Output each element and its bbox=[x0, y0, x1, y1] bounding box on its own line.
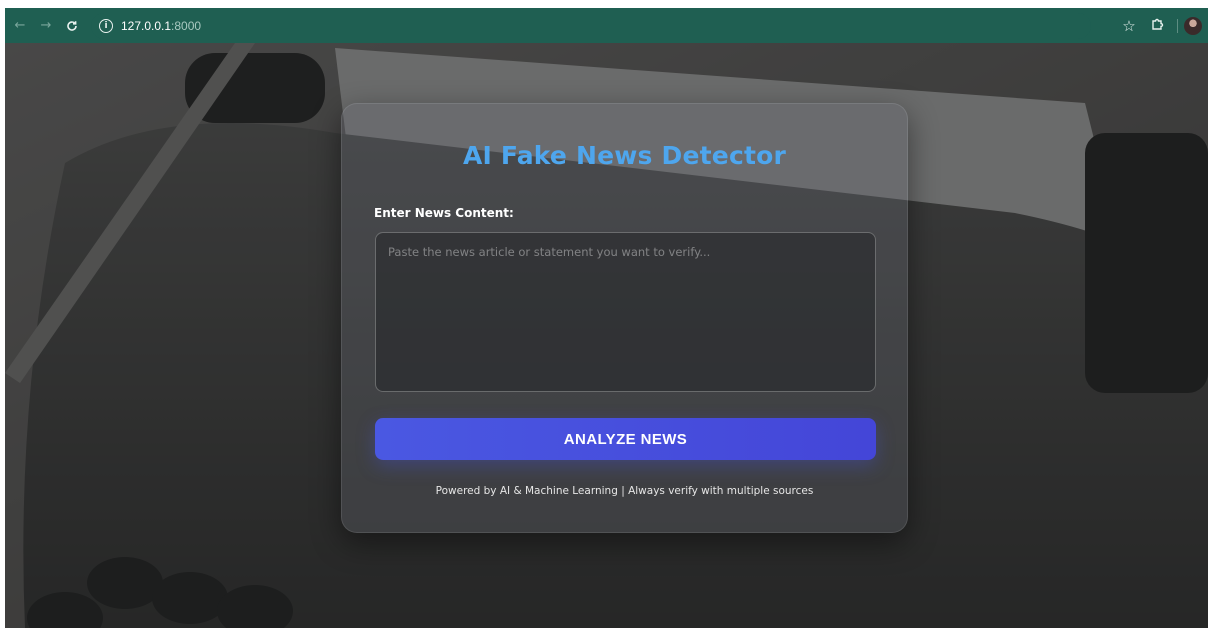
arrow-left-icon: ← bbox=[14, 18, 26, 33]
toolbar-actions: ☆ bbox=[1115, 8, 1208, 43]
news-content-label: Enter News Content: bbox=[374, 206, 514, 220]
url-port: :8000 bbox=[171, 18, 202, 33]
arrow-right-icon: → bbox=[40, 18, 52, 33]
news-content-input[interactable] bbox=[375, 232, 876, 392]
toolbar-divider bbox=[1177, 18, 1178, 33]
reload-button[interactable] bbox=[61, 15, 83, 37]
star-icon[interactable]: ☆ bbox=[1115, 17, 1143, 35]
forward-button[interactable]: → bbox=[35, 15, 57, 37]
page-viewport: AI Fake News Detector Enter News Content… bbox=[5, 43, 1208, 628]
avatar[interactable] bbox=[1184, 16, 1202, 35]
back-button[interactable]: ← bbox=[9, 15, 31, 37]
browser-toolbar: ← → i 127.0.0.1:8000 ☆ bbox=[5, 8, 1208, 43]
analyze-news-button[interactable]: ANALYZE NEWS bbox=[375, 418, 876, 460]
info-icon[interactable]: i bbox=[99, 18, 113, 33]
address-bar[interactable]: i 127.0.0.1:8000 bbox=[91, 12, 1091, 39]
page-title: AI Fake News Detector bbox=[462, 141, 787, 170]
reload-icon bbox=[67, 20, 77, 31]
footer-note: Powered by AI & Machine Learning | Alway… bbox=[435, 485, 814, 497]
url-host: 127.0.0.1 bbox=[121, 18, 172, 33]
detector-card: AI Fake News Detector Enter News Content… bbox=[341, 103, 908, 533]
puzzle-icon[interactable] bbox=[1143, 17, 1171, 35]
